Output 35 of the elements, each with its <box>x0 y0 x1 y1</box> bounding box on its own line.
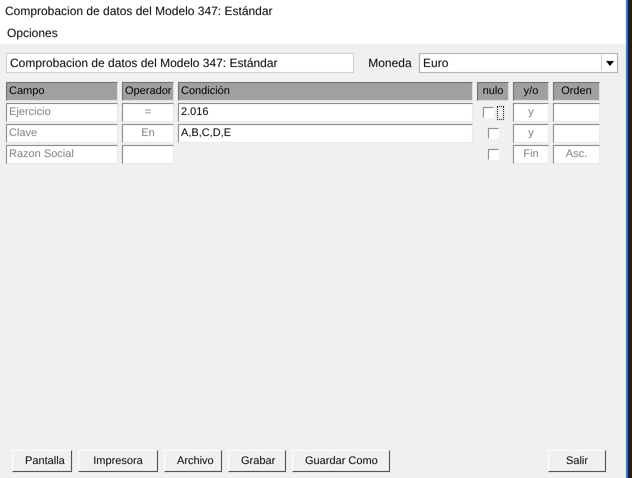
column-header: y/o <box>513 82 549 101</box>
description-field[interactable]: Comprobacion de datos del Modelo 347: Estándar <box>6 53 354 73</box>
currency-label: Moneda <box>368 56 413 70</box>
field-cell[interactable]: Ejercicio <box>6 103 118 122</box>
action-button[interactable]: Archivo <box>164 450 222 472</box>
null-checkbox[interactable] <box>488 128 498 139</box>
column-header: Condición <box>178 82 473 101</box>
action-button[interactable]: Pantalla <box>12 450 72 472</box>
currency-dropdown[interactable]: Euro <box>419 53 618 73</box>
and-or-cell[interactable]: y <box>513 103 549 122</box>
window-title: Comprobacion de datos del Modelo 347: Estándar <box>0 0 626 22</box>
order-cell[interactable] <box>553 103 600 122</box>
field-cell[interactable]: Razon Social <box>6 145 118 164</box>
field-cell[interactable]: Clave <box>6 124 118 143</box>
column-header: Campo <box>6 82 118 101</box>
menu-item[interactable]: Opciones <box>7 26 58 40</box>
operator-cell[interactable]: = <box>122 103 174 122</box>
null-checkbox[interactable] <box>482 107 494 118</box>
and-or-cell[interactable]: Fin <box>513 145 549 164</box>
null-checkbox[interactable] <box>488 149 498 160</box>
condition-field[interactable]: A,B,C,D,E <box>178 124 473 143</box>
operator-cell[interactable]: En <box>122 124 174 143</box>
condition-field[interactable]: 2.016 <box>178 103 473 122</box>
column-header: nulo <box>477 82 509 101</box>
and-or-cell[interactable]: y <box>513 124 549 143</box>
order-cell[interactable]: Asc. <box>553 145 600 164</box>
action-button[interactable]: Grabar <box>228 450 286 472</box>
action-button[interactable]: Impresora <box>78 450 158 472</box>
action-button[interactable]: Guardar Como <box>292 450 390 472</box>
exit-button[interactable]: Salir <box>548 450 606 472</box>
column-header: Operador <box>122 82 174 101</box>
column-header: Orden <box>553 82 600 101</box>
order-cell[interactable] <box>553 124 600 143</box>
operator-cell[interactable] <box>122 145 174 164</box>
dropdown-arrow-icon <box>606 60 614 66</box>
